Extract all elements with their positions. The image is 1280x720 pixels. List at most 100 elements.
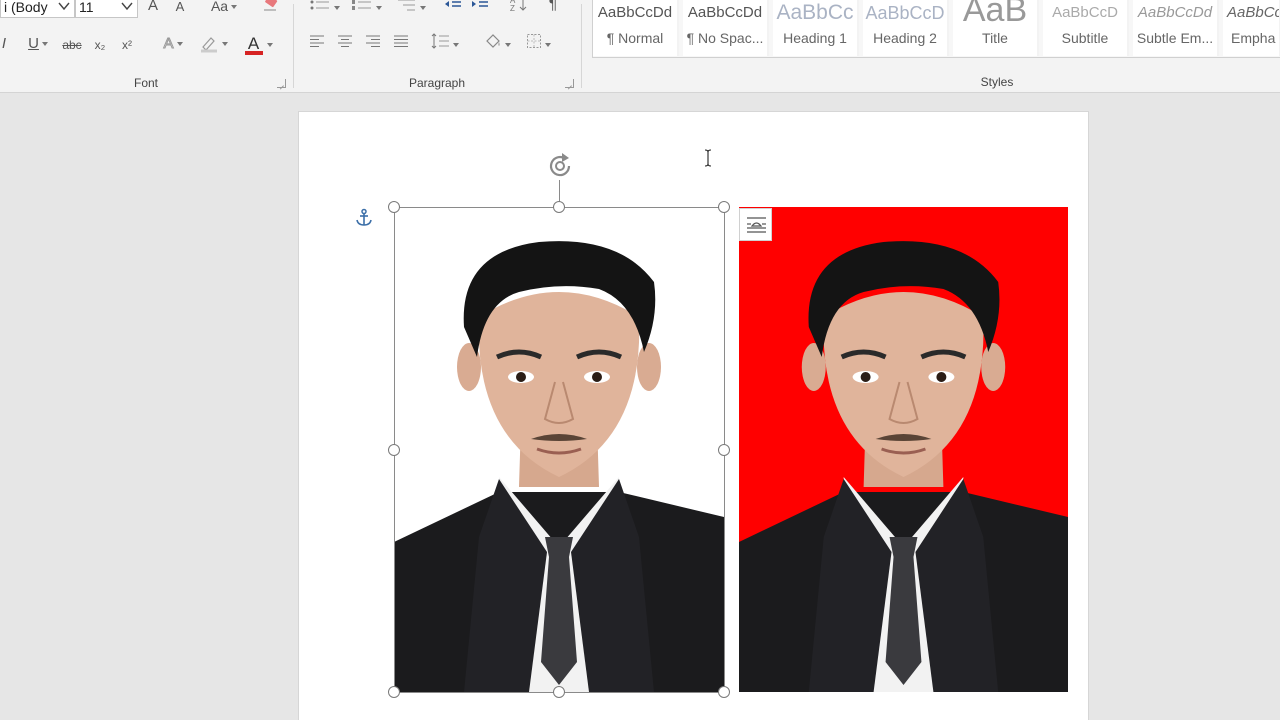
numbering-button[interactable]: [348, 0, 384, 16]
style-name: Heading 1: [783, 30, 847, 46]
font-group: i (Body 11 A A Aa I U abc x₂ x² A A Font: [0, 0, 292, 93]
resize-handle-bottom-right[interactable]: [718, 686, 730, 698]
resize-handle-bottom-left[interactable]: [388, 686, 400, 698]
portrait-image: [739, 207, 1068, 692]
resize-handle-bottom[interactable]: [553, 686, 565, 698]
sort-button[interactable]: AZ: [508, 0, 530, 16]
show-formatting-marks-button[interactable]: ¶: [544, 0, 562, 16]
style-name: Subtle Em...: [1136, 30, 1214, 46]
ribbon: i (Body 11 A A Aa I U abc x₂ x² A A Font: [0, 0, 1280, 93]
style-preview: AaBbCcDd: [687, 4, 763, 21]
paragraph-dialog-launcher[interactable]: [565, 79, 574, 88]
subscript-icon: x₂: [94, 38, 106, 52]
layout-options-icon: [747, 217, 766, 233]
align-right-button[interactable]: [362, 33, 384, 55]
resize-handle-top[interactable]: [553, 201, 565, 213]
text-effects-button[interactable]: A: [155, 33, 191, 55]
multilevel-list-button[interactable]: [392, 0, 428, 16]
italic-button[interactable]: I: [0, 33, 8, 55]
style-name: Title: [982, 30, 1008, 46]
style-preview: AaB: [962, 0, 1028, 29]
bullets-button[interactable]: [306, 0, 342, 16]
font-color-button[interactable]: A: [238, 33, 278, 55]
align-center-button[interactable]: [334, 33, 356, 55]
borders-icon: [526, 34, 541, 48]
style-preview: AaBbCc: [776, 1, 854, 24]
styles-group-label: Styles: [980, 75, 1014, 89]
style-subtitle[interactable]: AaBbCcD Subtitle: [1043, 0, 1129, 56]
style-name: Subtitle: [1061, 30, 1109, 46]
style-normal[interactable]: AaBbCcDd ¶ Normal: [593, 0, 679, 56]
increase-indent-button[interactable]: [469, 0, 491, 16]
font-dialog-launcher[interactable]: [277, 79, 286, 88]
highlighter-icon: [200, 37, 217, 53]
numbering-icon: [351, 0, 371, 10]
style-subtle-emphasis[interactable]: AaBbCcDd Subtle Em...: [1133, 0, 1219, 56]
change-case-icon: Aa: [210, 0, 229, 14]
paint-bucket-icon: [485, 34, 500, 48]
right-pupil: [936, 372, 947, 382]
superscript-button[interactable]: x²: [117, 34, 137, 56]
font-color-bar: [244, 51, 263, 55]
justify-icon: [394, 35, 408, 47]
style-preview: AaBbCcDd: [597, 4, 673, 21]
line-spacing-button[interactable]: [426, 33, 462, 55]
eraser-icon: [264, 0, 278, 11]
multilevel-list-icon: [397, 0, 415, 11]
layout-options-button[interactable]: [739, 208, 772, 241]
font-name-value: i (Body: [4, 0, 48, 15]
style-name: ¶ Normal: [606, 30, 664, 46]
subscript-button[interactable]: x₂: [90, 34, 110, 56]
text-cursor-icon: [704, 149, 712, 167]
highlight-button[interactable]: [195, 33, 231, 55]
style-emphasis[interactable]: AaBbCc Empha: [1223, 0, 1280, 56]
strikethrough-button[interactable]: abc: [60, 34, 84, 56]
shrink-font-button[interactable]: A: [172, 0, 188, 18]
styles-gallery: AaBbCcDd ¶ Normal AaBbCcDd ¶ No Spac... …: [592, 0, 1280, 58]
style-no-spacing[interactable]: AaBbCcDd ¶ No Spac...: [683, 0, 769, 56]
font-name-combo[interactable]: i (Body: [0, 0, 75, 18]
document-page[interactable]: [298, 111, 1089, 720]
anchor-icon: [356, 208, 372, 226]
separator: [581, 4, 582, 88]
justify-button[interactable]: [390, 33, 412, 55]
underline-button[interactable]: U: [20, 33, 56, 55]
font-size-combo[interactable]: 11: [75, 0, 138, 18]
svg-text:Z: Z: [510, 4, 515, 12]
text-effects-icon: A: [163, 35, 174, 53]
borders-button[interactable]: [520, 33, 556, 55]
resize-handle-top-left[interactable]: [388, 201, 400, 213]
rotate-handle-icon[interactable]: [544, 150, 576, 182]
paragraph-group: AZ ¶ Paragraph: [294, 0, 580, 93]
superscript-icon: x²: [122, 38, 132, 52]
resize-handle-right[interactable]: [718, 444, 730, 456]
align-left-icon: [310, 35, 324, 47]
shrink-font-icon: A: [175, 0, 185, 14]
decrease-indent-button[interactable]: [442, 0, 464, 16]
grow-font-button[interactable]: A: [145, 0, 161, 17]
bullets-icon: [310, 0, 329, 10]
chevron-down-icon: [121, 2, 133, 11]
align-right-icon: [366, 35, 380, 47]
change-case-button[interactable]: Aa: [207, 0, 241, 17]
chevron-down-icon: [58, 2, 70, 11]
style-heading-2[interactable]: AaBbCcD Heading 2: [863, 0, 949, 56]
align-center-icon: [338, 35, 352, 47]
strikethrough-icon: abc: [62, 38, 82, 52]
style-preview: AaBbCcD: [1052, 4, 1118, 21]
line-spacing-icon: [431, 33, 449, 49]
style-name: ¶ No Spac...: [686, 30, 764, 46]
selection-frame: [394, 207, 725, 693]
photo-red-background[interactable]: [739, 207, 1068, 692]
paragraph-group-label: Paragraph: [408, 76, 466, 90]
clear-formatting-button[interactable]: [260, 0, 280, 16]
style-preview: AaBbCcD: [865, 3, 945, 23]
shading-button[interactable]: [479, 33, 515, 55]
resize-handle-top-right[interactable]: [718, 201, 730, 213]
style-title[interactable]: AaB Title: [953, 0, 1039, 56]
align-left-button[interactable]: [306, 33, 328, 55]
resize-handle-left[interactable]: [388, 444, 400, 456]
style-name: Empha: [1231, 30, 1276, 46]
font-group-label: Font: [133, 76, 158, 90]
style-heading-1[interactable]: AaBbCc Heading 1: [773, 0, 859, 56]
